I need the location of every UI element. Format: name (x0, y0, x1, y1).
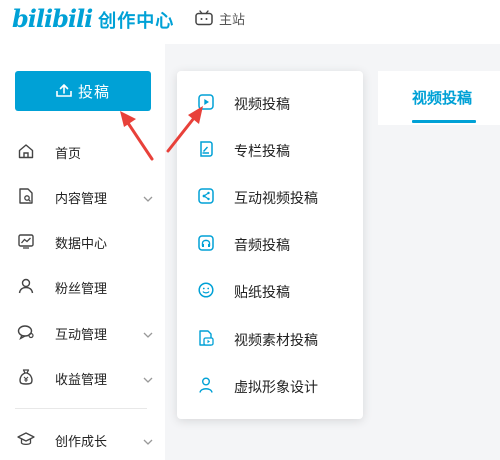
chevron-down-icon (142, 190, 154, 202)
dropdown-item-label: 音频投稿 (234, 238, 290, 254)
dropdown-item-video-material[interactable]: 视频素材投稿 (177, 323, 363, 353)
sidebar-item-content-manage[interactable]: 内容管理 (0, 181, 165, 211)
dropdown-item-video[interactable]: 视频投稿 (177, 87, 363, 117)
upload-type-dropdown: 视频投稿 专栏投稿 互动视频投稿 音频投稿 贴纸投稿 视频素材投稿 虚拟形象设计 (177, 71, 363, 419)
upload-button[interactable]: 投稿 (15, 71, 151, 111)
dropdown-item-label: 专栏投稿 (234, 144, 290, 160)
sidebar-item-label: 内容管理 (55, 192, 108, 207)
graduation-cap-icon (17, 430, 35, 448)
dropdown-item-interactive-video[interactable]: 互动视频投稿 (177, 181, 363, 211)
sticker-smile-icon (197, 281, 215, 299)
sidebar-item-data-center[interactable]: 数据中心 (0, 226, 165, 256)
dropdown-item-sticker[interactable]: 贴纸投稿 (177, 275, 363, 305)
dropdown-item-article[interactable]: 专栏投稿 (177, 134, 363, 164)
main-site-label: 主站 (219, 12, 246, 28)
home-icon (17, 142, 35, 160)
sidebar-item-interaction[interactable]: 互动管理 (0, 317, 165, 347)
sidebar-item-label: 创作成长 (55, 435, 108, 450)
chart-icon (17, 232, 35, 250)
dropdown-item-label: 贴纸投稿 (234, 285, 290, 301)
tv-icon (195, 10, 213, 26)
chevron-down-icon (142, 371, 154, 383)
sidebar-item-label: 首页 (55, 147, 82, 162)
logo-subtitle: 创作中心 (98, 11, 175, 32)
main-site-link[interactable]: 主站 (195, 9, 246, 28)
interactive-share-icon (197, 187, 215, 205)
dropdown-item-avatar-design[interactable]: 虚拟形象设计 (177, 370, 363, 400)
sidebar-divider (15, 408, 147, 409)
dropdown-item-label: 互动视频投稿 (234, 191, 318, 207)
sidebar-item-income[interactable]: 收益管理 (0, 362, 165, 392)
upload-icon (56, 82, 72, 101)
dropdown-item-label: 视频投稿 (234, 97, 290, 113)
tab-video-upload[interactable]: 视频投稿 (412, 87, 472, 108)
dropdown-item-label: 虚拟形象设计 (234, 380, 318, 396)
headphones-icon (197, 234, 215, 252)
content-tab-bar: 视频投稿 (378, 71, 500, 125)
dropdown-item-label: 视频素材投稿 (234, 333, 318, 349)
chevron-down-icon (142, 433, 154, 445)
sidebar-item-growth[interactable]: 创作成长 (0, 424, 165, 454)
sidebar-item-label: 数据中心 (55, 237, 108, 252)
sidebar-item-home[interactable]: 首页 (0, 136, 165, 166)
user-icon (17, 277, 35, 295)
sidebar-item-label: 互动管理 (55, 328, 108, 343)
chevron-down-icon (142, 326, 154, 338)
chat-icon (17, 323, 35, 341)
sidebar-item-label: 收益管理 (55, 373, 108, 388)
logo-wordmark: bilibili (12, 4, 93, 33)
avatar-person-icon (197, 376, 215, 394)
active-tab-indicator (412, 120, 476, 123)
upload-button-label: 投稿 (77, 82, 110, 101)
money-bag-icon (17, 368, 35, 386)
sidebar: 投稿 首页 内容管理 数据中心 粉丝管理 互动管理 收益管理 创作成长 (0, 44, 165, 460)
dropdown-item-audio[interactable]: 音频投稿 (177, 228, 363, 258)
sidebar-item-fans[interactable]: 粉丝管理 (0, 271, 165, 301)
top-bar: bilibili 创作中心 主站 (0, 0, 500, 44)
article-edit-icon (197, 140, 215, 158)
video-material-icon (197, 329, 215, 347)
content-manage-icon (17, 187, 35, 205)
sidebar-item-label: 粉丝管理 (55, 282, 108, 297)
bilibili-creator-logo[interactable]: bilibili 创作中心 (12, 4, 174, 34)
video-play-icon (197, 93, 215, 111)
